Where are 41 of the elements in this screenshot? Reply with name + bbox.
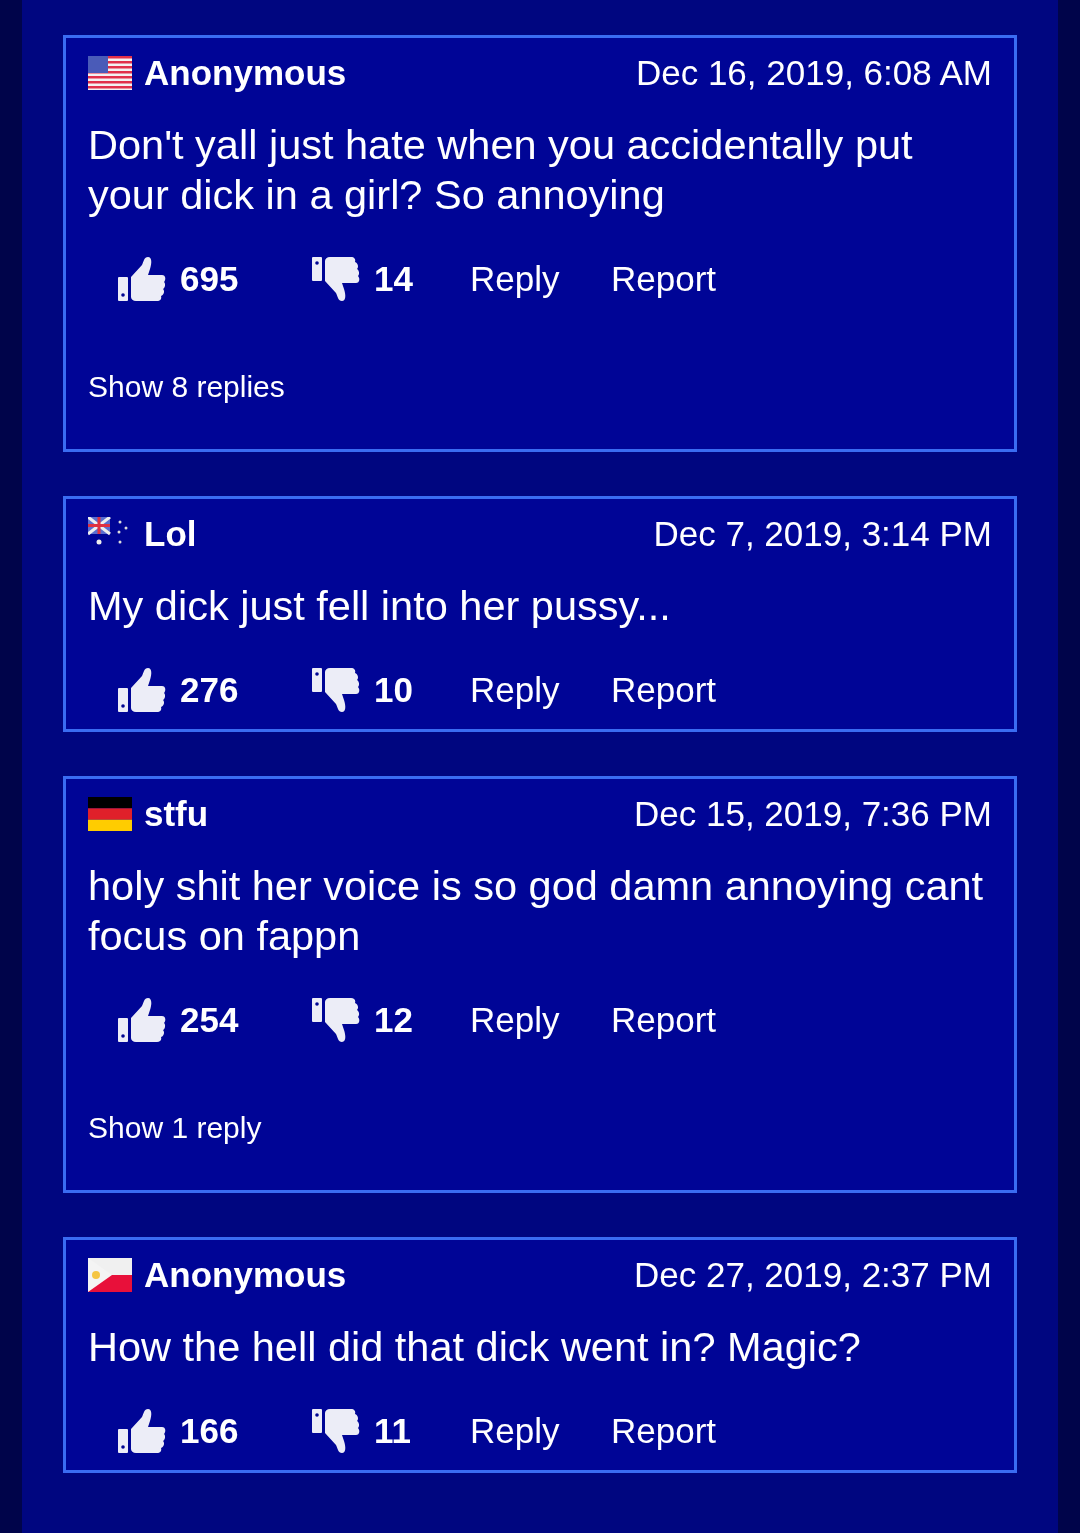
- comment-text: Don't yall just hate when you accidentally put your dick in a girl? So annoying: [88, 120, 914, 220]
- reply-link[interactable]: Reply: [470, 259, 611, 299]
- flag-icon: [88, 56, 132, 90]
- reply-link[interactable]: Reply: [470, 1411, 611, 1451]
- like-button[interactable]: 695: [118, 255, 312, 303]
- thumbs-down-icon: [312, 255, 360, 303]
- reply-link[interactable]: Reply: [470, 1000, 611, 1040]
- reply-link[interactable]: Reply: [470, 670, 611, 710]
- show-replies-link[interactable]: Show 8 replies: [88, 367, 285, 407]
- flag-icon: [88, 1258, 132, 1292]
- comment-text: holy shit her voice is so god damn annoying cant focus on fappn: [88, 861, 985, 961]
- author-name: Anonymous: [144, 1255, 347, 1295]
- show-replies-link[interactable]: Show 1 reply: [88, 1108, 262, 1148]
- dislike-button[interactable]: 14: [312, 255, 470, 303]
- comment-text: My dick just fell into her pussy...: [88, 581, 672, 631]
- report-link[interactable]: Report: [611, 1000, 717, 1040]
- thumbs-down-icon: [312, 666, 360, 714]
- author-name: Anonymous: [144, 53, 347, 93]
- comment-text: How the hell did that dick went in? Magic?: [88, 1322, 862, 1372]
- report-link[interactable]: Report: [611, 670, 717, 710]
- author-name: stfu: [144, 794, 209, 834]
- like-button[interactable]: 166: [118, 1407, 312, 1455]
- comment-date: Dec 16, 2019, 6:08 AM: [635, 53, 992, 93]
- dislike-button[interactable]: 12: [312, 996, 470, 1044]
- author-name: Lol: [144, 514, 197, 554]
- comment-date: Dec 7, 2019, 3:14 PM: [653, 514, 992, 554]
- dislike-button[interactable]: 10: [312, 666, 470, 714]
- report-link[interactable]: Report: [611, 1411, 717, 1451]
- comment-date: Dec 15, 2019, 7:36 PM: [634, 794, 992, 834]
- dislike-button[interactable]: 11: [312, 1407, 470, 1455]
- report-link[interactable]: Report: [611, 259, 717, 299]
- like-button[interactable]: 276: [118, 666, 312, 714]
- thumbs-up-icon: [118, 996, 166, 1044]
- thumbs-up-icon: [118, 1407, 166, 1455]
- thumbs-down-icon: [312, 1407, 360, 1455]
- comment-date: Dec 27, 2019, 2:37 PM: [634, 1255, 992, 1295]
- thumbs-down-icon: [312, 996, 360, 1044]
- like-button[interactable]: 254: [118, 996, 312, 1044]
- flag-icon: [88, 797, 132, 831]
- thumbs-up-icon: [118, 666, 166, 714]
- thumbs-up-icon: [118, 255, 166, 303]
